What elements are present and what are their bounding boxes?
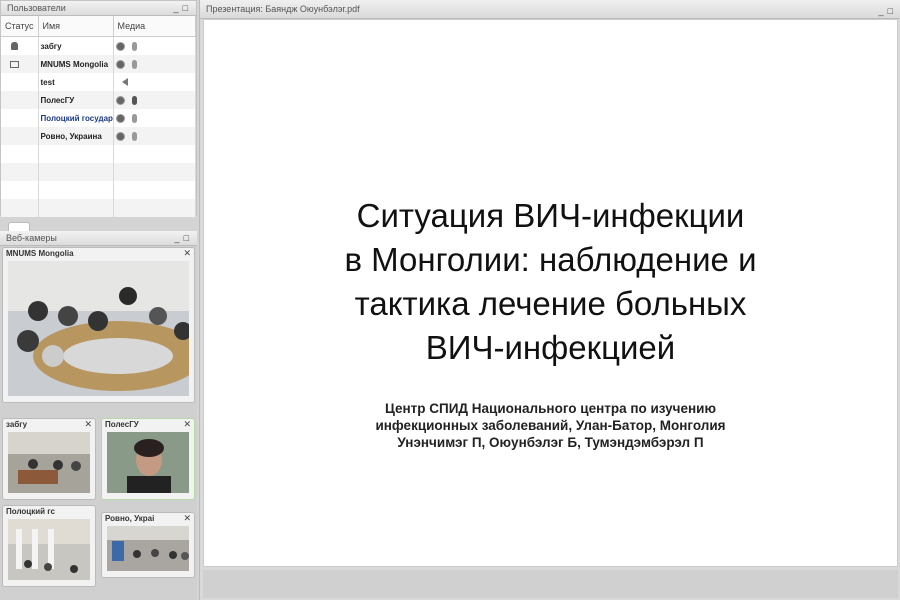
maximize-button[interactable]: □ — [183, 3, 192, 13]
webcam-video — [8, 261, 189, 396]
video-frame — [8, 261, 189, 396]
webcam-title: ПолесГУ — [105, 420, 139, 429]
webcam-window[interactable]: ПолесГУ ✕ — [101, 418, 195, 500]
users-panel-header: Пользователи _□ — [1, 1, 196, 16]
user-row[interactable]: test — [1, 73, 196, 91]
webcam-title: забгу — [6, 420, 28, 429]
slide-title-line: в Монголии: наблюдение и — [344, 241, 757, 278]
minimize-button[interactable]: _ — [174, 3, 183, 13]
presenter-icon — [10, 60, 19, 68]
video-frame — [8, 432, 90, 493]
webcams-panel-title: Веб-камеры — [6, 233, 57, 243]
users-panel-title: Пользователи — [7, 3, 66, 13]
webcam-video — [107, 526, 189, 571]
user-row[interactable]: Полоцкий государ — [1, 109, 196, 127]
user-name: Полоцкий государ — [38, 109, 114, 127]
mic-icon[interactable] — [131, 95, 137, 105]
slide-title-line: ВИЧ-инфекцией — [425, 329, 676, 366]
video-frame — [8, 519, 90, 580]
slide-subtitle-line: Унэнчимэг П, Оюунбэлэг Б, Тумэндэмбэрэл … — [397, 435, 704, 450]
users-panel: Пользователи _□ Статус Имя Медиа забгу M… — [0, 0, 197, 217]
close-icon[interactable]: ✕ — [84, 419, 92, 430]
close-icon[interactable]: ✕ — [183, 419, 191, 430]
slide-title-line: тактика лечение больных — [354, 285, 747, 322]
webcams-panel-header: Веб-камеры _□ — [0, 231, 197, 246]
presentation-header: Презентация: Баяндж Оюунбэлэг.pdf _□ — [200, 0, 900, 19]
webcam-icon[interactable] — [115, 95, 125, 105]
maximize-button[interactable]: □ — [888, 6, 897, 16]
user-row[interactable]: забгу — [1, 36, 196, 55]
user-name: ПолесГУ — [38, 91, 114, 109]
webcams-panel: Веб-камеры _□ MNUMS Mongolia ✕ забгу ✕ П… — [0, 231, 197, 600]
speaker-icon[interactable] — [121, 78, 128, 87]
minimize-button[interactable]: _ — [175, 233, 184, 243]
video-frame — [107, 432, 189, 493]
webcam-icon[interactable] — [115, 113, 125, 123]
webcam-title: Полоцкий гс — [6, 507, 55, 516]
close-icon[interactable]: ✕ — [183, 513, 191, 524]
minimize-button[interactable]: _ — [879, 6, 888, 16]
presentation-title: Презентация: Баяндж Оюунбэлэг.pdf — [206, 4, 360, 14]
webcam-window[interactable]: MNUMS Mongolia ✕ — [2, 247, 195, 403]
slide-subtitle: Центр СПИД Национального центра по изуче… — [204, 400, 897, 451]
mic-icon[interactable] — [131, 59, 137, 69]
user-name: Ровно, Украина — [38, 127, 114, 145]
mic-icon[interactable] — [131, 41, 137, 51]
webcam-icon[interactable] — [115, 41, 125, 51]
close-icon[interactable]: ✕ — [183, 248, 191, 259]
maximize-button[interactable]: □ — [184, 233, 193, 243]
webcam-title: Ровно, Украі — [105, 514, 155, 523]
webcam-icon[interactable] — [115, 131, 125, 141]
user-row[interactable]: Ровно, Украина — [1, 127, 196, 145]
presentation-panel: Презентация: Баяндж Оюунбэлэг.pdf _□ Сит… — [199, 0, 900, 600]
webcam-title: MNUMS Mongolia — [6, 249, 74, 258]
column-header-media[interactable]: Медиа — [113, 16, 196, 37]
column-header-name[interactable]: Имя — [38, 16, 114, 37]
video-frame — [107, 526, 189, 571]
user-name: test — [38, 73, 114, 91]
user-name: MNUMS Mongolia — [38, 55, 114, 73]
webcam-window[interactable]: забгу ✕ — [2, 418, 96, 500]
webcam-video — [8, 432, 90, 493]
user-row[interactable]: ПолесГУ — [1, 91, 196, 109]
mic-icon[interactable] — [131, 113, 137, 123]
slide-title: Ситуация ВИЧ-инфекции в Монголии: наблюд… — [204, 194, 897, 370]
user-row[interactable]: MNUMS Mongolia — [1, 55, 196, 73]
slide-title-line: Ситуация ВИЧ-инфекции — [356, 197, 745, 234]
users-table: Статус Имя Медиа забгу MNUMS Mongolia te… — [1, 16, 196, 217]
mic-icon[interactable] — [131, 131, 137, 141]
column-header-status[interactable]: Статус — [1, 16, 39, 37]
webcam-window[interactable]: Ровно, Украі ✕ — [101, 512, 195, 578]
person-icon — [11, 42, 18, 51]
webcam-icon[interactable] — [115, 59, 125, 69]
webcam-window[interactable]: Полоцкий гс — [2, 505, 96, 587]
webcam-video — [8, 519, 90, 580]
webcam-video — [107, 432, 189, 493]
slide: Ситуация ВИЧ-инфекции в Монголии: наблюд… — [203, 19, 898, 567]
presentation-footer — [203, 570, 898, 598]
slide-subtitle-line: Центр СПИД Национального центра по изуче… — [384, 401, 717, 416]
user-name: забгу — [38, 36, 114, 55]
slide-subtitle-line: инфекционных заболеваний, Улан-Батор, Мо… — [375, 418, 726, 433]
